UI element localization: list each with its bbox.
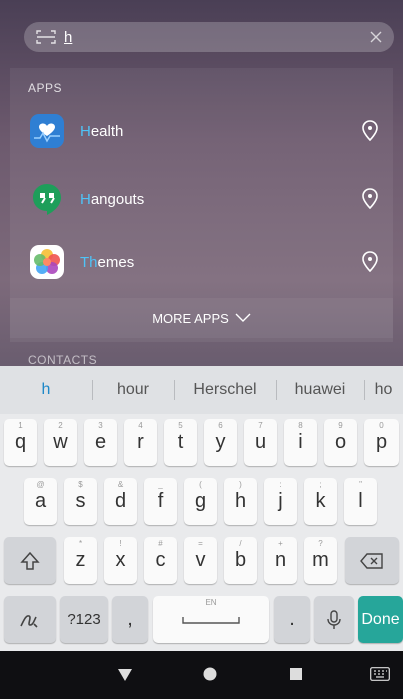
- space-key[interactable]: EN: [153, 596, 269, 643]
- suggestion-item[interactable]: h: [0, 366, 92, 414]
- key-c[interactable]: # c: [144, 537, 177, 584]
- handwriting-icon: [20, 614, 38, 628]
- location-pin-icon[interactable]: [361, 188, 379, 210]
- hangouts-icon: [30, 182, 64, 216]
- navigation-bar: [0, 651, 403, 699]
- more-apps-button[interactable]: MORE APPS: [10, 298, 393, 338]
- key-j[interactable]: :j: [264, 478, 297, 525]
- app-result-hangouts[interactable]: Hangouts: [10, 169, 393, 229]
- key-q[interactable]: 1q: [4, 419, 37, 466]
- key-z[interactable]: * z: [64, 537, 97, 584]
- key-d[interactable]: & d: [104, 478, 137, 525]
- close-icon[interactable]: [368, 29, 384, 45]
- app-result-themes[interactable]: Themes: [10, 232, 393, 292]
- suggestion-item[interactable]: huawei: [276, 366, 364, 414]
- voice-input-key[interactable]: [314, 596, 354, 643]
- health-icon: [30, 114, 64, 148]
- back-icon[interactable]: [118, 669, 132, 681]
- key-a[interactable]: @ a: [24, 478, 57, 525]
- key-h[interactable]: ) h: [224, 478, 257, 525]
- recents-icon[interactable]: [290, 668, 302, 680]
- microphone-icon: [327, 609, 341, 629]
- suggestion-item[interactable]: ho: [364, 366, 403, 414]
- search-input[interactable]: h: [64, 29, 72, 46]
- symbols-key[interactable]: ?123: [60, 596, 108, 643]
- suggestion-bar: h hour Herschel huawei ho: [0, 366, 403, 414]
- backspace-icon: [360, 552, 383, 569]
- key-w[interactable]: 2w: [44, 419, 77, 466]
- key-f[interactable]: _ f: [144, 478, 177, 525]
- comma-key[interactable]: ,: [112, 596, 148, 643]
- search-bar[interactable]: h: [24, 22, 394, 52]
- themes-icon: [30, 245, 64, 279]
- suggestion-item[interactable]: hour: [92, 366, 174, 414]
- key-v[interactable]: = v: [184, 537, 217, 584]
- space-icon: [182, 616, 240, 624]
- chevron-down-icon: [235, 313, 251, 322]
- keyboard-switch-icon[interactable]: [370, 667, 390, 681]
- backspace-key[interactable]: [345, 537, 399, 584]
- handwriting-key[interactable]: [4, 596, 56, 643]
- key-t[interactable]: 5t: [164, 419, 197, 466]
- more-apps-label: MORE APPS: [152, 310, 229, 326]
- key-o[interactable]: 9o: [324, 419, 357, 466]
- scan-icon[interactable]: [36, 29, 56, 45]
- key-m[interactable]: ? m: [304, 537, 337, 584]
- done-key[interactable]: Done: [358, 596, 403, 643]
- key-l[interactable]: " l: [344, 478, 377, 525]
- key-e[interactable]: 3e: [84, 419, 117, 466]
- location-pin-icon[interactable]: [361, 251, 379, 273]
- apps-section-header: APPS: [28, 81, 63, 95]
- soft-keyboard: h hour Herschel huawei ho 1q 2w 3e 4r 5t…: [0, 366, 403, 651]
- key-g[interactable]: (g: [184, 478, 217, 525]
- app-name: Health: [80, 122, 124, 140]
- shift-icon: [20, 551, 40, 570]
- shift-key[interactable]: [4, 537, 56, 584]
- period-key[interactable]: .: [274, 596, 310, 643]
- apps-panel: APPS Health Hangouts Themes MORE APPS: [10, 68, 393, 342]
- app-name: Hangouts: [80, 190, 145, 208]
- key-u[interactable]: 7u: [244, 419, 277, 466]
- app-name: Themes: [80, 253, 135, 271]
- key-n[interactable]: + n: [264, 537, 297, 584]
- key-r[interactable]: 4r: [124, 419, 157, 466]
- app-result-health[interactable]: Health: [10, 101, 393, 161]
- key-k[interactable]: ; k: [304, 478, 337, 525]
- suggestion-item[interactable]: Herschel: [174, 366, 276, 414]
- key-p[interactable]: 0p: [364, 419, 399, 466]
- location-pin-icon[interactable]: [361, 120, 379, 142]
- key-i[interactable]: 8i: [284, 419, 317, 466]
- key-y[interactable]: 6y: [204, 419, 237, 466]
- key-b[interactable]: / b: [224, 537, 257, 584]
- key-x[interactable]: ! x: [104, 537, 137, 584]
- home-icon[interactable]: [203, 667, 217, 681]
- key-s[interactable]: $ s: [64, 478, 97, 525]
- contacts-section-header: CONTACTS: [28, 353, 98, 367]
